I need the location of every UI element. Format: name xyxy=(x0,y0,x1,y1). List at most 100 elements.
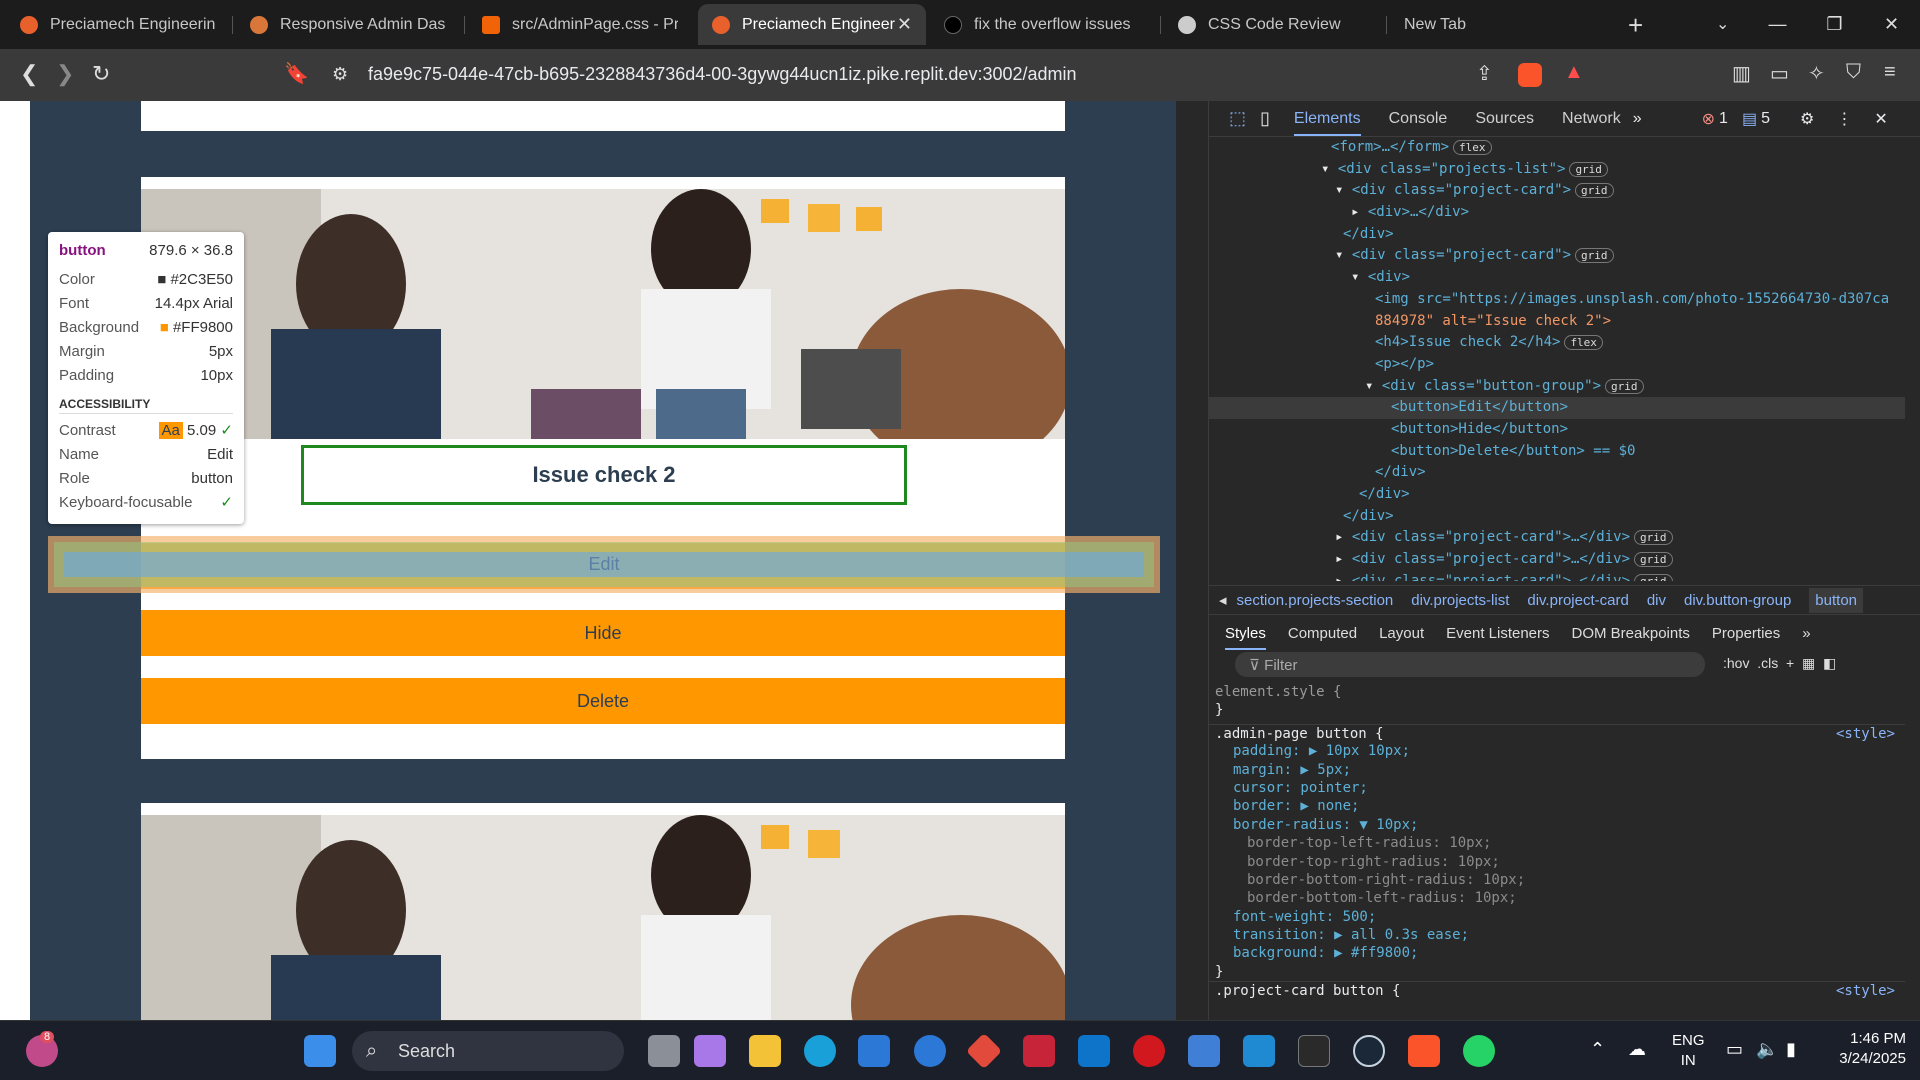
steam-icon[interactable] xyxy=(1353,1035,1385,1067)
paint-icon[interactable]: ▦ xyxy=(1802,655,1815,671)
crumb[interactable]: div xyxy=(1647,592,1666,609)
dom-node[interactable]: <p></p> xyxy=(1209,354,1905,376)
subtab-dom-breakpoints[interactable]: DOM Breakpoints xyxy=(1572,625,1690,642)
cls-toggle[interactable]: .cls xyxy=(1757,655,1778,671)
crumb[interactable]: div.projects-list xyxy=(1411,592,1509,609)
tab-console[interactable]: Console xyxy=(1389,110,1448,128)
mcafee-icon[interactable] xyxy=(1023,1035,1055,1067)
dom-node[interactable]: <button>Delete</button> == $0 xyxy=(1209,441,1905,463)
crumb-left-icon[interactable]: ◂ xyxy=(1219,591,1227,609)
store-icon[interactable] xyxy=(858,1035,890,1067)
dom-node[interactable]: <img src="https://images.unsplash.com/ph… xyxy=(1209,289,1905,311)
dom-node[interactable]: ▸ <div class="project-card">…</div>grid xyxy=(1209,549,1905,571)
dom-node[interactable]: <form>…</form> flex xyxy=(1209,137,1905,159)
reload-icon[interactable]: ↻ xyxy=(92,61,110,87)
leo-icon[interactable]: ✧ xyxy=(1808,61,1825,86)
styles-filter-input[interactable]: ⊽ Filter xyxy=(1235,652,1705,677)
volume-muted-icon[interactable]: 🔈 xyxy=(1756,1039,1778,1060)
close-devtools-icon[interactable]: ✕ xyxy=(1874,109,1887,129)
error-count[interactable]: 1 xyxy=(1719,110,1728,128)
brave-shields-icon[interactable] xyxy=(1518,63,1542,87)
subtab-event-listeners[interactable]: Event Listeners xyxy=(1446,625,1549,642)
tab-2[interactable]: src/AdminPage.css - Preci xyxy=(468,4,692,45)
style-rule[interactable]: element.style { xyxy=(1209,683,1905,701)
hov-toggle[interactable]: :hov xyxy=(1723,655,1749,671)
tab-4[interactable]: fix the overflow issues xyxy=(930,4,1158,45)
tab-sources[interactable]: Sources xyxy=(1475,110,1534,128)
taskbar-search[interactable]: ⌕ Search xyxy=(352,1031,624,1071)
style-rule[interactable]: .project-card button {<style> xyxy=(1209,981,1905,999)
chrome-dev-icon[interactable] xyxy=(914,1035,946,1067)
photos-icon[interactable] xyxy=(1188,1035,1220,1067)
dom-node[interactable]: ▸ <div>…</div> xyxy=(1209,202,1905,224)
style-prop[interactable]: transition: ▶ all 0.3s ease; xyxy=(1209,926,1905,944)
file-explorer-icon[interactable] xyxy=(749,1035,781,1067)
dom-node[interactable]: ▾ <div class="project-card"> grid xyxy=(1209,245,1905,267)
dom-node[interactable]: ▾ <div class="project-card"> grid xyxy=(1209,180,1905,202)
tab-search-chevron-icon[interactable]: ⌄ xyxy=(1716,14,1729,34)
more-tabs-icon[interactable]: » xyxy=(1633,110,1642,128)
style-prop[interactable]: border-bottom-right-radius: 10px; xyxy=(1209,871,1905,889)
more-subtabs-icon[interactable]: » xyxy=(1802,625,1810,642)
whatsapp-icon[interactable] xyxy=(1463,1035,1495,1067)
wallet-icon[interactable]: ▭ xyxy=(1770,61,1789,86)
tab-0[interactable]: Preciamech Engineering C xyxy=(6,4,230,45)
dom-node[interactable]: 884978" alt="Issue check 2"> xyxy=(1209,311,1905,333)
subtab-styles[interactable]: Styles xyxy=(1225,625,1266,650)
style-prop[interactable]: font-weight: 500; xyxy=(1209,908,1905,926)
task-view-icon[interactable] xyxy=(648,1035,680,1067)
edge-icon[interactable] xyxy=(804,1035,836,1067)
tab-5[interactable]: CSS Code Review xyxy=(1164,4,1384,45)
sidebar-toggle-icon[interactable]: ◧ xyxy=(1823,655,1836,671)
settings-icon[interactable]: ⚙ xyxy=(1800,109,1814,129)
back-icon[interactable]: ❮ xyxy=(20,61,38,87)
close-window-icon[interactable]: ✕ xyxy=(1863,14,1920,35)
copilot-icon[interactable] xyxy=(694,1035,726,1067)
style-prop[interactable]: border-radius: ▼ 10px; xyxy=(1209,816,1905,834)
opera-icon[interactable] xyxy=(1133,1035,1165,1067)
edit-button[interactable]: Edit xyxy=(64,552,1144,577)
subtab-properties[interactable]: Properties xyxy=(1712,625,1780,642)
new-tab-icon[interactable]: + xyxy=(1628,10,1643,41)
tab-1[interactable]: Responsive Admin Dashb xyxy=(236,4,460,45)
dom-node[interactable]: </div> xyxy=(1209,224,1905,246)
tab-elements[interactable]: Elements xyxy=(1293,110,1361,136)
onedrive-icon[interactable]: ☁ xyxy=(1628,1039,1646,1060)
forward-icon[interactable]: ❯ xyxy=(56,61,74,87)
tab-network[interactable]: Network xyxy=(1562,110,1621,128)
minimize-icon[interactable]: — xyxy=(1749,14,1806,35)
subtab-computed[interactable]: Computed xyxy=(1288,625,1357,642)
brave-rewards-icon[interactable]: ▲ xyxy=(1564,61,1584,84)
style-prop[interactable]: border: ▶ none; xyxy=(1209,797,1905,815)
style-prop[interactable]: border-bottom-left-radius: 10px; xyxy=(1209,889,1905,907)
battery-icon[interactable]: ▮ xyxy=(1786,1039,1796,1060)
dom-node[interactable]: ▾ <div class="projects-list"> grid xyxy=(1209,159,1905,181)
bookmark-icon[interactable]: 🔖 xyxy=(284,61,309,86)
inspect-icon[interactable]: ⬚ xyxy=(1229,108,1246,129)
device-toggle-icon[interactable]: ▯ xyxy=(1260,108,1270,129)
vpn-icon[interactable]: ⛉ xyxy=(1846,61,1861,84)
vscode-icon[interactable] xyxy=(1243,1035,1275,1067)
sidebar-icon[interactable]: ▥ xyxy=(1732,61,1751,86)
widgets-icon[interactable]: 8 xyxy=(26,1031,58,1067)
delete-button[interactable]: Delete xyxy=(141,678,1065,724)
git-icon[interactable] xyxy=(965,1032,1003,1070)
style-prop[interactable]: border-top-right-radius: 10px; xyxy=(1209,853,1905,871)
language-indicator[interactable]: ENG IN xyxy=(1672,1031,1705,1071)
kebab-menu-icon[interactable]: ⋮ xyxy=(1836,109,1852,129)
subtab-layout[interactable]: Layout xyxy=(1379,625,1424,642)
dom-node[interactable]: </div> xyxy=(1209,484,1905,506)
crumb[interactable]: div.button-group xyxy=(1684,592,1791,609)
dom-node[interactable]: ▾ <div> xyxy=(1209,267,1905,289)
dom-node[interactable]: </div> xyxy=(1209,462,1905,484)
tray-chevron-icon[interactable]: ⌃ xyxy=(1590,1039,1605,1060)
new-rule-icon[interactable]: + xyxy=(1786,655,1794,671)
crumb[interactable]: div.project-card xyxy=(1527,592,1628,609)
outlook-icon[interactable] xyxy=(1078,1035,1110,1067)
dom-node[interactable]: ▸ <div class="project-card">…</div>grid xyxy=(1209,527,1905,549)
crumb-active[interactable]: button xyxy=(1809,587,1864,613)
dom-node[interactable]: <button>Hide</button> xyxy=(1209,419,1905,441)
brave-icon[interactable] xyxy=(1408,1035,1440,1067)
hide-button[interactable]: Hide xyxy=(141,610,1065,656)
dom-node[interactable]: ▾ <div class="button-group"> grid xyxy=(1209,376,1905,398)
